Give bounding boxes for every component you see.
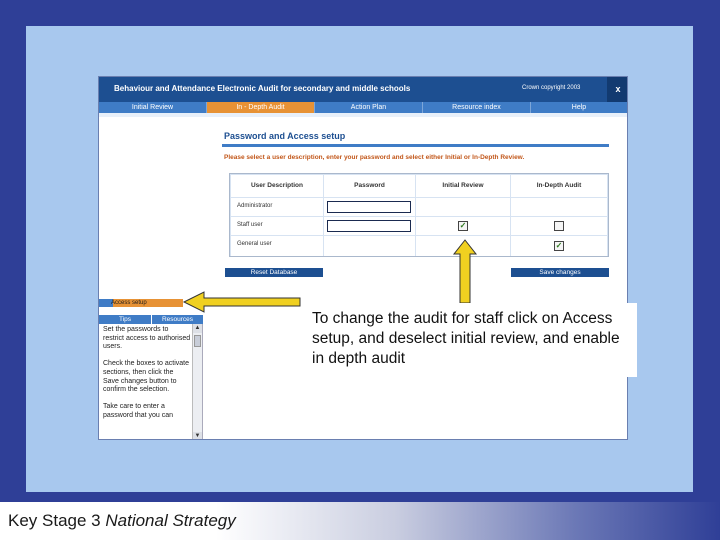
arrow-left-icon <box>182 291 301 313</box>
footer-key-stage: Key Stage 3 <box>8 511 101 530</box>
arrow-up-icon <box>452 239 478 304</box>
instruction-callout: To change the audit for staff click on A… <box>304 303 637 377</box>
footer-brand: Key Stage 3 National Strategy <box>8 511 236 531</box>
annotation-overlay <box>182 239 478 313</box>
footer-national-strategy: National Strategy <box>105 511 236 530</box>
footer-bar: Key Stage 3 National Strategy <box>0 502 720 540</box>
